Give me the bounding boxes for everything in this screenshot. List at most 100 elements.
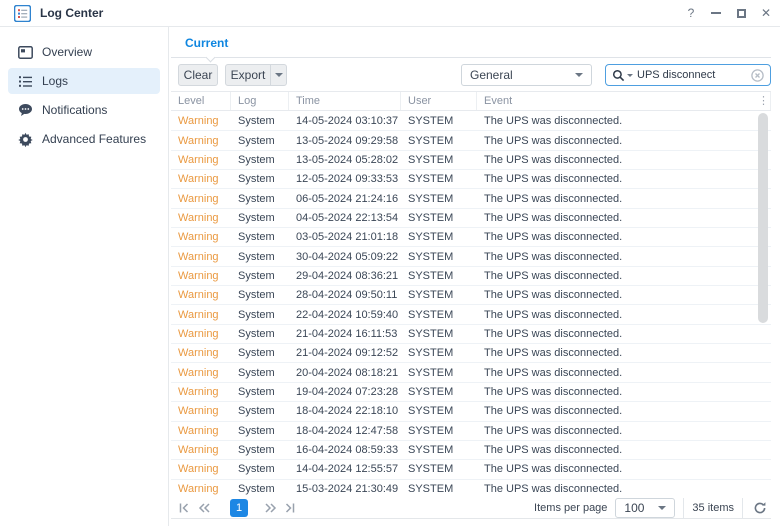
column-header-user[interactable]: User [401, 92, 477, 110]
table-row[interactable]: Warning System 29-04-2024 08:36:21 SYSTE… [171, 267, 771, 286]
table-row[interactable]: Warning System 30-04-2024 05:09:22 SYSTE… [171, 247, 771, 266]
export-dropdown-toggle[interactable] [270, 65, 286, 85]
cell-event: The UPS was disconnected. [477, 386, 771, 398]
table-row[interactable]: Warning System 16-04-2024 08:59:33 SYSTE… [171, 441, 771, 460]
sidebar-item-advanced-features[interactable]: Advanced Features [8, 126, 160, 152]
cell-event: The UPS was disconnected. [477, 231, 771, 243]
search-scope-caret-icon[interactable] [627, 74, 633, 77]
table-row[interactable]: Warning System 13-05-2024 05:28:02 SYSTE… [171, 151, 771, 170]
table-row[interactable]: Warning System 15-03-2024 21:30:49 SYSTE… [171, 480, 771, 498]
table-row[interactable]: Warning System 22-04-2024 10:59:40 SYSTE… [171, 305, 771, 324]
table-row[interactable]: Warning System 14-04-2024 12:55:57 SYSTE… [171, 460, 771, 479]
log-table-body: Warning System 14-05-2024 03:10:37 SYSTE… [171, 112, 771, 498]
cell-event: The UPS was disconnected. [477, 115, 771, 127]
cell-log: System [231, 309, 289, 321]
table-row[interactable]: Warning System 06-05-2024 21:24:16 SYSTE… [171, 189, 771, 208]
cell-log: System [231, 231, 289, 243]
table-row[interactable]: Warning System 21-04-2024 16:11:53 SYSTE… [171, 325, 771, 344]
cell-time: 15-03-2024 21:30:49 [289, 483, 401, 495]
maximize-icon[interactable] [733, 5, 749, 21]
tab-current[interactable]: Current [185, 36, 228, 50]
column-settings-icon[interactable]: ⋮ [758, 94, 769, 107]
cell-log: System [231, 270, 289, 282]
next-page-button[interactable] [262, 500, 278, 516]
sidebar-item-notifications[interactable]: Notifications [8, 97, 160, 123]
cell-log: System [231, 173, 289, 185]
cell-level: Warning [171, 193, 231, 205]
column-header-time[interactable]: Time [289, 92, 401, 110]
cell-log: System [231, 251, 289, 263]
chevron-down-icon [575, 73, 583, 77]
help-icon[interactable]: ? [683, 5, 699, 21]
refresh-button[interactable] [751, 499, 769, 517]
sidebar-item-label: Advanced Features [42, 132, 146, 146]
close-icon[interactable]: ✕ [758, 5, 774, 21]
table-row[interactable]: Warning System 12-05-2024 09:33:53 SYSTE… [171, 170, 771, 189]
cell-user: SYSTEM [401, 328, 477, 340]
first-page-icon [177, 501, 191, 515]
scrollbar-thumb[interactable] [758, 113, 768, 323]
cell-log: System [231, 405, 289, 417]
cell-level: Warning [171, 135, 231, 147]
export-button[interactable]: Export [225, 64, 287, 86]
table-row[interactable]: Warning System 03-05-2024 21:01:18 SYSTE… [171, 228, 771, 247]
sidebar-item-logs[interactable]: Logs [8, 68, 160, 94]
cell-event: The UPS was disconnected. [477, 135, 771, 147]
active-tab-notch [206, 53, 216, 63]
table-row[interactable]: Warning System 13-05-2024 09:29:58 SYSTE… [171, 131, 771, 150]
page-number-button[interactable]: 1 [230, 499, 248, 517]
log-category-value: General [470, 68, 513, 82]
cell-user: SYSTEM [401, 386, 477, 398]
table-row[interactable]: Warning System 18-04-2024 22:18:10 SYSTE… [171, 402, 771, 421]
last-page-icon [283, 501, 297, 515]
previous-page-icon [197, 501, 212, 515]
clear-search-icon[interactable] [751, 69, 764, 82]
cell-user: SYSTEM [401, 483, 477, 495]
table-row[interactable]: Warning System 20-04-2024 08:18:21 SYSTE… [171, 363, 771, 382]
chevron-down-icon [658, 506, 666, 510]
vertical-scrollbar[interactable] [758, 113, 768, 497]
table-row[interactable]: Warning System 14-05-2024 03:10:37 SYSTE… [171, 112, 771, 131]
table-row[interactable]: Warning System 19-04-2024 07:23:28 SYSTE… [171, 383, 771, 402]
export-button-label: Export [231, 68, 266, 82]
cell-level: Warning [171, 309, 231, 321]
table-row[interactable]: Warning System 28-04-2024 09:50:11 SYSTE… [171, 286, 771, 305]
cell-time: 13-05-2024 09:29:58 [289, 135, 401, 147]
table-row[interactable]: Warning System 18-04-2024 12:47:58 SYSTE… [171, 422, 771, 441]
minimize-icon[interactable] [708, 5, 724, 21]
divider [683, 498, 684, 518]
cell-event: The UPS was disconnected. [477, 405, 771, 417]
cell-level: Warning [171, 231, 231, 243]
table-footer: 1 Items per page 100 [171, 498, 771, 519]
column-header-log[interactable]: Log [231, 92, 289, 110]
previous-page-button[interactable] [196, 500, 212, 516]
cell-event: The UPS was disconnected. [477, 425, 771, 437]
table-row[interactable]: Warning System 04-05-2024 22:13:54 SYSTE… [171, 209, 771, 228]
divider [742, 498, 743, 518]
window-controls: ? ✕ [683, 5, 774, 21]
first-page-button[interactable] [176, 500, 192, 516]
cell-user: SYSTEM [401, 347, 477, 359]
log-category-select[interactable]: General [461, 64, 592, 86]
column-header-level[interactable]: Level [171, 92, 231, 110]
search-box[interactable] [605, 64, 771, 86]
cell-time: 13-05-2024 05:28:02 [289, 154, 401, 166]
cell-level: Warning [171, 212, 231, 224]
gear-icon [18, 132, 33, 147]
cell-event: The UPS was disconnected. [477, 309, 771, 321]
cell-user: SYSTEM [401, 425, 477, 437]
items-per-page-select[interactable]: 100 [615, 498, 675, 518]
cell-time: 21-04-2024 16:11:53 [289, 328, 401, 340]
sidebar-item-overview[interactable]: Overview [8, 39, 160, 65]
search-input[interactable] [637, 69, 747, 81]
cell-user: SYSTEM [401, 212, 477, 224]
clear-button[interactable]: Clear [178, 64, 218, 86]
cell-level: Warning [171, 173, 231, 185]
cell-log: System [231, 135, 289, 147]
last-page-button[interactable] [282, 500, 298, 516]
cell-log: System [231, 463, 289, 475]
table-row[interactable]: Warning System 21-04-2024 09:12:52 SYSTE… [171, 344, 771, 363]
column-header-event[interactable]: Event [477, 92, 771, 110]
cell-user: SYSTEM [401, 154, 477, 166]
cell-event: The UPS was disconnected. [477, 193, 771, 205]
